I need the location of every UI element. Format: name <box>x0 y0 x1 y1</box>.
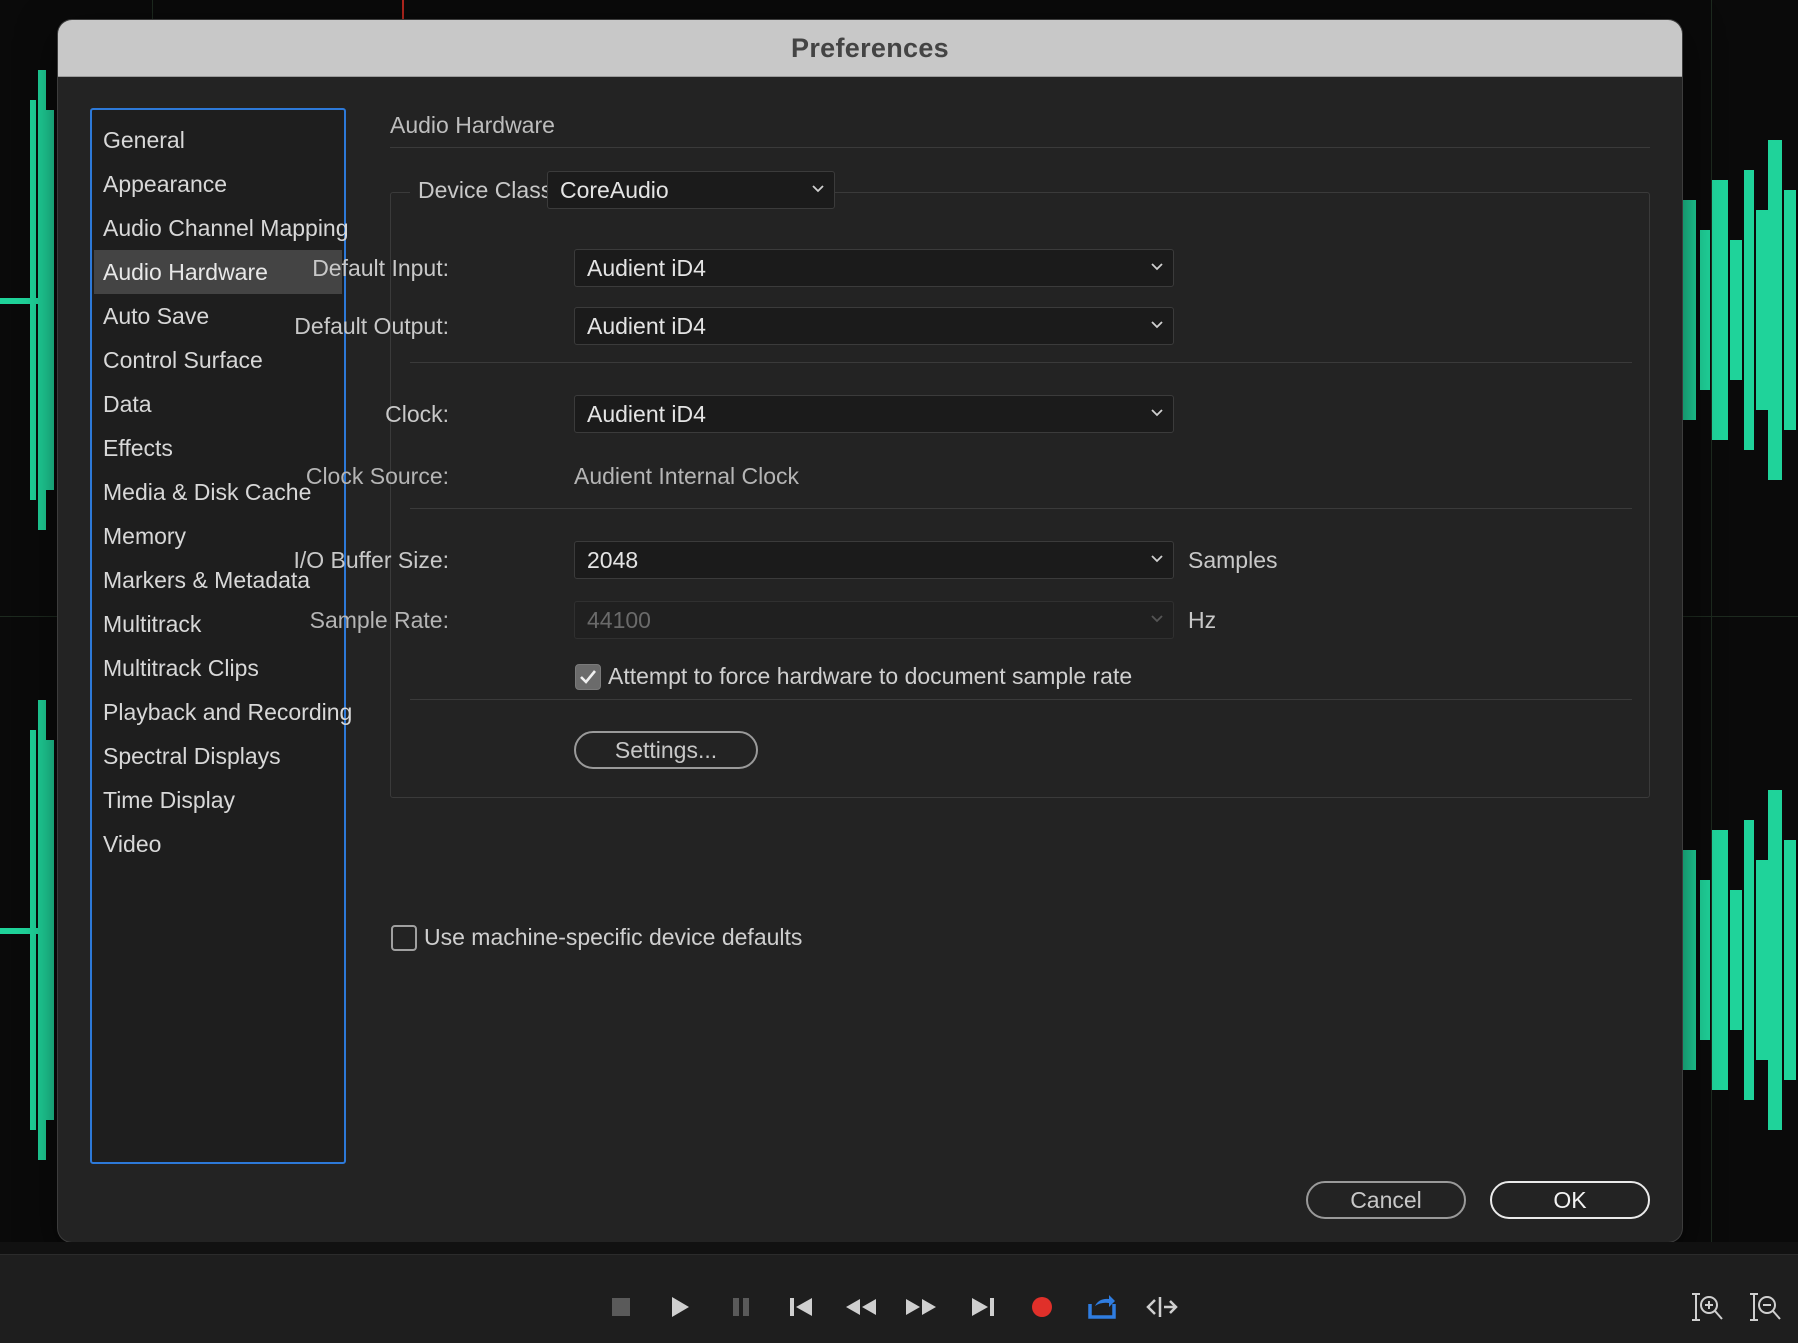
play-button[interactable] <box>663 1290 697 1324</box>
preferences-category-list[interactable]: General Appearance Audio Channel Mapping Au… <box>90 108 352 1164</box>
default-output-label: Default Output: <box>294 313 449 339</box>
panel-divider[interactable] <box>0 1242 1798 1254</box>
separator <box>410 362 1632 363</box>
device-class-value: CoreAudio <box>560 177 669 203</box>
category-item-multitrack-clips[interactable]: Multitrack Clips <box>94 646 342 690</box>
preferences-dialog: Preferences General Appearance Audio Chann… <box>58 20 1682 1242</box>
cancel-button[interactable]: Cancel <box>1306 1181 1466 1219</box>
chevron-down-icon <box>1151 409 1163 417</box>
chevron-down-icon <box>1151 615 1163 623</box>
zoom-out-amplitude-icon <box>1750 1293 1781 1321</box>
clock-source-label: Clock Source: <box>305 463 449 489</box>
settings-button[interactable]: Settings... <box>574 731 758 769</box>
waveform-left-bottom <box>0 700 54 1160</box>
chevron-down-icon <box>1151 263 1163 271</box>
buffer-size-label: I/O Buffer Size: <box>293 547 449 573</box>
skip-selection-icon <box>1146 1297 1178 1317</box>
clock-label: Clock: <box>385 401 449 427</box>
sample-rate-dropdown[interactable]: 44100 <box>574 601 1174 639</box>
loop-icon <box>1088 1295 1116 1319</box>
clock-dropdown[interactable]: Audient iD4 <box>574 395 1174 433</box>
pause-button[interactable] <box>724 1290 758 1324</box>
category-item-general[interactable]: General <box>94 118 342 162</box>
ok-button[interactable]: OK <box>1490 1181 1650 1219</box>
skip-to-end-icon <box>972 1298 994 1316</box>
play-icon <box>672 1297 689 1317</box>
category-item-multitrack[interactable]: Multitrack <box>94 602 342 646</box>
default-input-label: Default Input: <box>312 255 449 281</box>
clock-value: Audient iD4 <box>587 401 706 427</box>
stop-button[interactable] <box>604 1290 638 1324</box>
default-output-dropdown[interactable]: Audient iD4 <box>574 307 1174 345</box>
fast-forward-button[interactable] <box>904 1290 938 1324</box>
machine-defaults-label[interactable]: Use machine-specific device defaults <box>424 924 802 951</box>
section-divider <box>390 147 1650 148</box>
chevron-down-icon <box>1151 321 1163 329</box>
sample-rate-label: Sample Rate: <box>309 607 449 633</box>
section-title: Audio Hardware <box>390 112 555 138</box>
chevron-down-icon <box>812 185 824 193</box>
category-item-playback-and-recording[interactable]: Playback and Recording <box>94 690 352 734</box>
category-item-audio-hardware[interactable]: Audio Hardware <box>94 250 342 294</box>
default-input-value: Audient iD4 <box>587 255 706 281</box>
sample-rate-value: 44100 <box>587 607 651 633</box>
skip-selection-button[interactable] <box>1145 1290 1179 1324</box>
dialog-titlebar[interactable]: Preferences <box>58 20 1682 77</box>
record-button[interactable] <box>1025 1290 1059 1324</box>
buffer-size-unit: Samples <box>1188 547 1278 573</box>
clock-source-value: Audient Internal Clock <box>574 463 800 489</box>
zoom-in-amplitude-icon <box>1692 1293 1723 1321</box>
chevron-down-icon <box>1151 555 1163 563</box>
device-class-label: Device Class: <box>410 177 565 204</box>
fast-forward-icon <box>906 1299 936 1315</box>
buffer-size-value: 2048 <box>587 547 639 573</box>
category-item-video[interactable]: Video <box>94 822 342 866</box>
category-item-control-surface[interactable]: Control Surface <box>94 338 342 382</box>
skip-to-end-button[interactable] <box>966 1290 1000 1324</box>
category-item-media-disk-cache[interactable]: Media & Disk Cache <box>94 470 342 514</box>
waveform-left-top <box>0 70 54 530</box>
zoom-in-amplitude-button[interactable] <box>1690 1290 1724 1324</box>
category-item-spectral-displays[interactable]: Spectral Displays <box>94 734 342 778</box>
dialog-title: Preferences <box>791 32 949 63</box>
category-item-audio-channel-mapping[interactable]: Audio Channel Mapping <box>94 206 349 250</box>
category-item-data[interactable]: Data <box>94 382 342 426</box>
waveform-right-bottom <box>1682 790 1796 1130</box>
pause-icon <box>733 1298 749 1316</box>
record-icon <box>1032 1297 1052 1317</box>
category-item-time-display[interactable]: Time Display <box>94 778 342 822</box>
category-item-appearance[interactable]: Appearance <box>94 162 342 206</box>
playhead[interactable] <box>402 0 404 20</box>
separator <box>410 699 1632 700</box>
checkmark-icon <box>580 670 597 684</box>
rewind-icon <box>846 1299 876 1315</box>
rewind-button[interactable] <box>844 1290 878 1324</box>
skip-to-start-icon <box>790 1298 812 1316</box>
force-sample-rate-checkbox[interactable] <box>575 664 601 690</box>
category-item-effects[interactable]: Effects <box>94 426 342 470</box>
separator <box>410 508 1632 509</box>
waveform-right-top <box>1682 140 1796 480</box>
sample-rate-unit: Hz <box>1188 607 1217 633</box>
device-class-dropdown[interactable]: CoreAudio <box>547 171 835 209</box>
stop-icon <box>612 1298 630 1316</box>
buffer-size-dropdown[interactable]: 2048 <box>574 541 1174 579</box>
force-sample-rate-label[interactable]: Attempt to force hardware to document sa… <box>608 663 1132 690</box>
machine-defaults-checkbox[interactable] <box>391 925 417 951</box>
skip-to-start-button[interactable] <box>784 1290 818 1324</box>
default-input-dropdown[interactable]: Audient iD4 <box>574 249 1174 287</box>
zoom-out-amplitude-button[interactable] <box>1748 1290 1782 1324</box>
transport-bar <box>0 1254 1798 1343</box>
loop-button[interactable] <box>1085 1290 1119 1324</box>
default-output-value: Audient iD4 <box>587 313 706 339</box>
